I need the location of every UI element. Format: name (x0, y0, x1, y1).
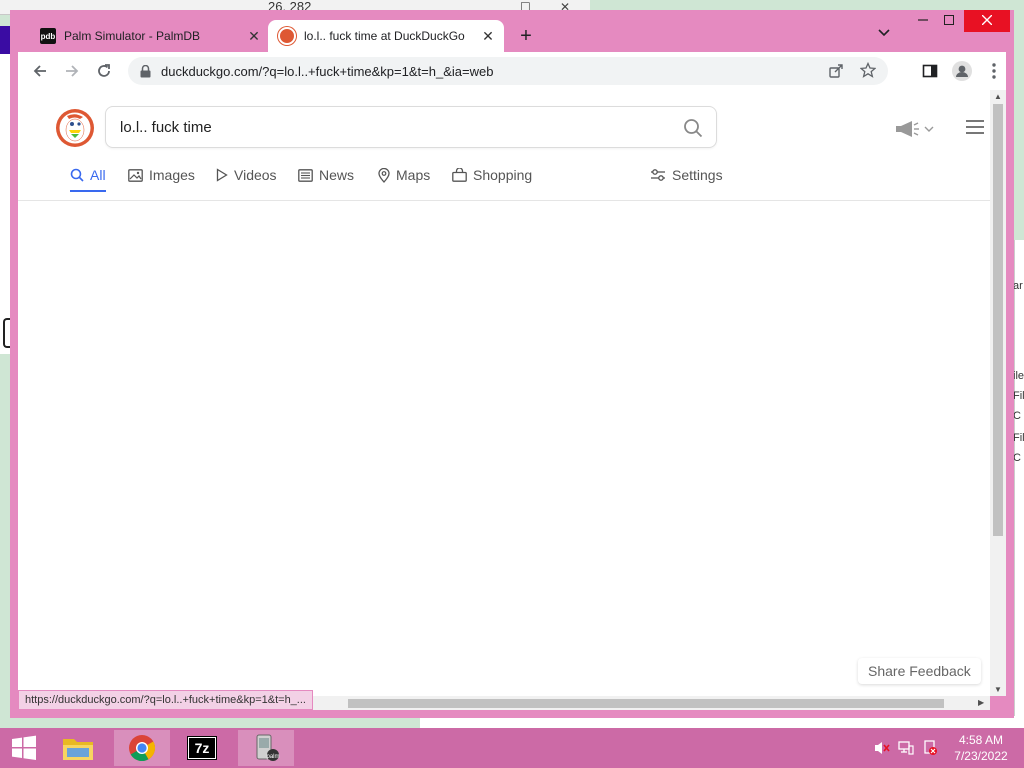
bg-fragment: Fil (1013, 390, 1024, 402)
tab-search-button[interactable] (874, 26, 894, 46)
forward-button[interactable] (60, 59, 84, 83)
pdb-icon: pdb (40, 28, 56, 44)
profile-avatar[interactable] (950, 59, 974, 83)
file-explorer-icon (63, 739, 93, 760)
tab-settings[interactable]: Settings (650, 160, 723, 190)
bg-fragment: ar (1013, 280, 1023, 292)
duckduckgo-logo[interactable] (55, 108, 95, 148)
share-feedback-button[interactable]: Share Feedback (858, 658, 981, 684)
tab-duckduckgo[interactable]: lo.l.. fuck time at DuckDuckGo ✕ (268, 20, 504, 52)
bg-fragment: C F (1013, 452, 1024, 464)
scroll-up-arrow-icon[interactable]: ▲ (994, 92, 1002, 101)
hamburger-menu-icon[interactable] (966, 120, 984, 134)
tab-maps[interactable]: Maps (378, 160, 430, 190)
tab-strip: pdb Palm Simulator - PalmDB ✕ lo.l.. fuc… (10, 10, 1014, 52)
tab-title: lo.l.. fuck time at DuckDuckGo (304, 29, 465, 43)
scroll-right-arrow-icon[interactable]: ▶ (978, 696, 984, 710)
settings-sliders-icon (651, 169, 665, 181)
clock-time: 4:58 AM (958, 733, 1004, 747)
newspaper-icon (298, 168, 313, 182)
url-text: duckduckgo.com/?q=lo.l..+fuck+time&kp=1&… (161, 63, 494, 79)
bg-fragment: ile (1013, 370, 1024, 382)
start-button[interactable] (0, 730, 48, 766)
7zip-icon: 7z (187, 736, 217, 760)
svg-text:palm: palm (266, 754, 279, 760)
bookmark-star-icon[interactable] (859, 61, 877, 83)
image-icon (128, 168, 143, 182)
taskbar-clock[interactable]: 4:58 AM 7/23/2022 (946, 732, 1016, 764)
tab-images[interactable]: Images (128, 160, 195, 190)
tab-news[interactable]: News (298, 160, 354, 190)
tab-all-label: All (90, 167, 106, 183)
tab-settings-label: Settings (672, 167, 723, 183)
tab-shopping-label: Shopping (473, 167, 533, 183)
status-url-bubble: https://duckduckgo.com/?q=lo.l..+fuck+ti… (18, 690, 313, 710)
megaphone-button[interactable] (894, 120, 934, 138)
browser-toolbar: duckduckgo.com/?q=lo.l..+fuck+time&kp=1&… (18, 52, 1006, 90)
search-icon (70, 168, 84, 182)
taskbar-file-explorer[interactable] (50, 730, 106, 766)
chrome-icon (129, 735, 156, 762)
tab-videos-label: Videos (234, 167, 277, 183)
address-bar[interactable]: duckduckgo.com/?q=lo.l..+fuck+time&kp=1&… (128, 57, 888, 85)
bg-fragment: C F (1013, 410, 1024, 422)
vertical-scrollbar[interactable]: ▲ ▼ (990, 90, 1006, 696)
volume-muted-icon[interactable] (874, 740, 890, 761)
palm-sim-icon: palm (256, 734, 280, 761)
web-page: All Images Videos News Maps Shopping (18, 90, 990, 696)
megaphone-icon (896, 121, 919, 137)
back-button[interactable] (28, 59, 52, 83)
background-explorer-panel: ar ile Fil C F Fil C F (1013, 240, 1024, 728)
tab-close-icon[interactable]: ✕ (244, 28, 264, 45)
duckduckgo-icon (278, 27, 296, 45)
action-center-icon[interactable] (922, 740, 938, 761)
close-window-button[interactable] (964, 10, 1010, 32)
chevron-down-icon (924, 126, 934, 132)
new-tab-button[interactable]: + (514, 24, 538, 48)
svg-text:7z: 7z (195, 740, 210, 756)
tab-shopping[interactable]: Shopping (452, 160, 532, 190)
taskbar-7zip[interactable]: 7z (174, 730, 230, 766)
scroll-down-arrow-icon[interactable]: ▼ (994, 685, 1002, 694)
vertical-scroll-thumb[interactable] (993, 104, 1003, 536)
nav-divider (18, 200, 990, 201)
taskbar-palm-simulator[interactable]: palm (238, 730, 294, 766)
lock-icon (140, 64, 151, 78)
horizontal-scroll-thumb[interactable] (348, 699, 944, 708)
side-panel-icon[interactable] (918, 59, 942, 83)
network-icon[interactable] (898, 740, 914, 761)
maximize-button[interactable] (932, 10, 966, 32)
tab-maps-label: Maps (396, 167, 431, 183)
start-icon (12, 735, 36, 760)
tab-close-icon[interactable]: ✕ (478, 28, 498, 45)
clock-date: 7/23/2022 (954, 749, 1008, 763)
play-icon (216, 168, 228, 182)
map-pin-icon (378, 167, 390, 183)
chrome-window: pdb Palm Simulator - PalmDB ✕ lo.l.. fuc… (10, 10, 1014, 718)
search-box (105, 106, 717, 148)
windows-taskbar: 7z palm 4:58 AM 7/23/2022 (0, 728, 1024, 768)
shopping-bag-icon (452, 168, 467, 182)
search-icon[interactable] (682, 117, 704, 139)
reload-button[interactable] (92, 59, 116, 83)
tab-images-label: Images (149, 167, 195, 183)
tab-all[interactable]: All (70, 160, 106, 192)
search-input[interactable] (118, 117, 662, 137)
bg-fragment: Fil (1013, 432, 1024, 444)
background-window-edge (0, 54, 10, 354)
search-nav: All Images Videos News Maps Shopping Set… (58, 160, 958, 192)
tab-news-label: News (319, 167, 355, 183)
taskbar-chrome[interactable] (114, 730, 170, 766)
tab-videos[interactable]: Videos (216, 160, 277, 190)
tab-title: Palm Simulator - PalmDB (64, 29, 201, 43)
chrome-menu-icon[interactable] (982, 59, 1006, 83)
share-icon[interactable] (828, 63, 844, 84)
tab-palm-simulator[interactable]: pdb Palm Simulator - PalmDB ✕ (30, 20, 270, 52)
